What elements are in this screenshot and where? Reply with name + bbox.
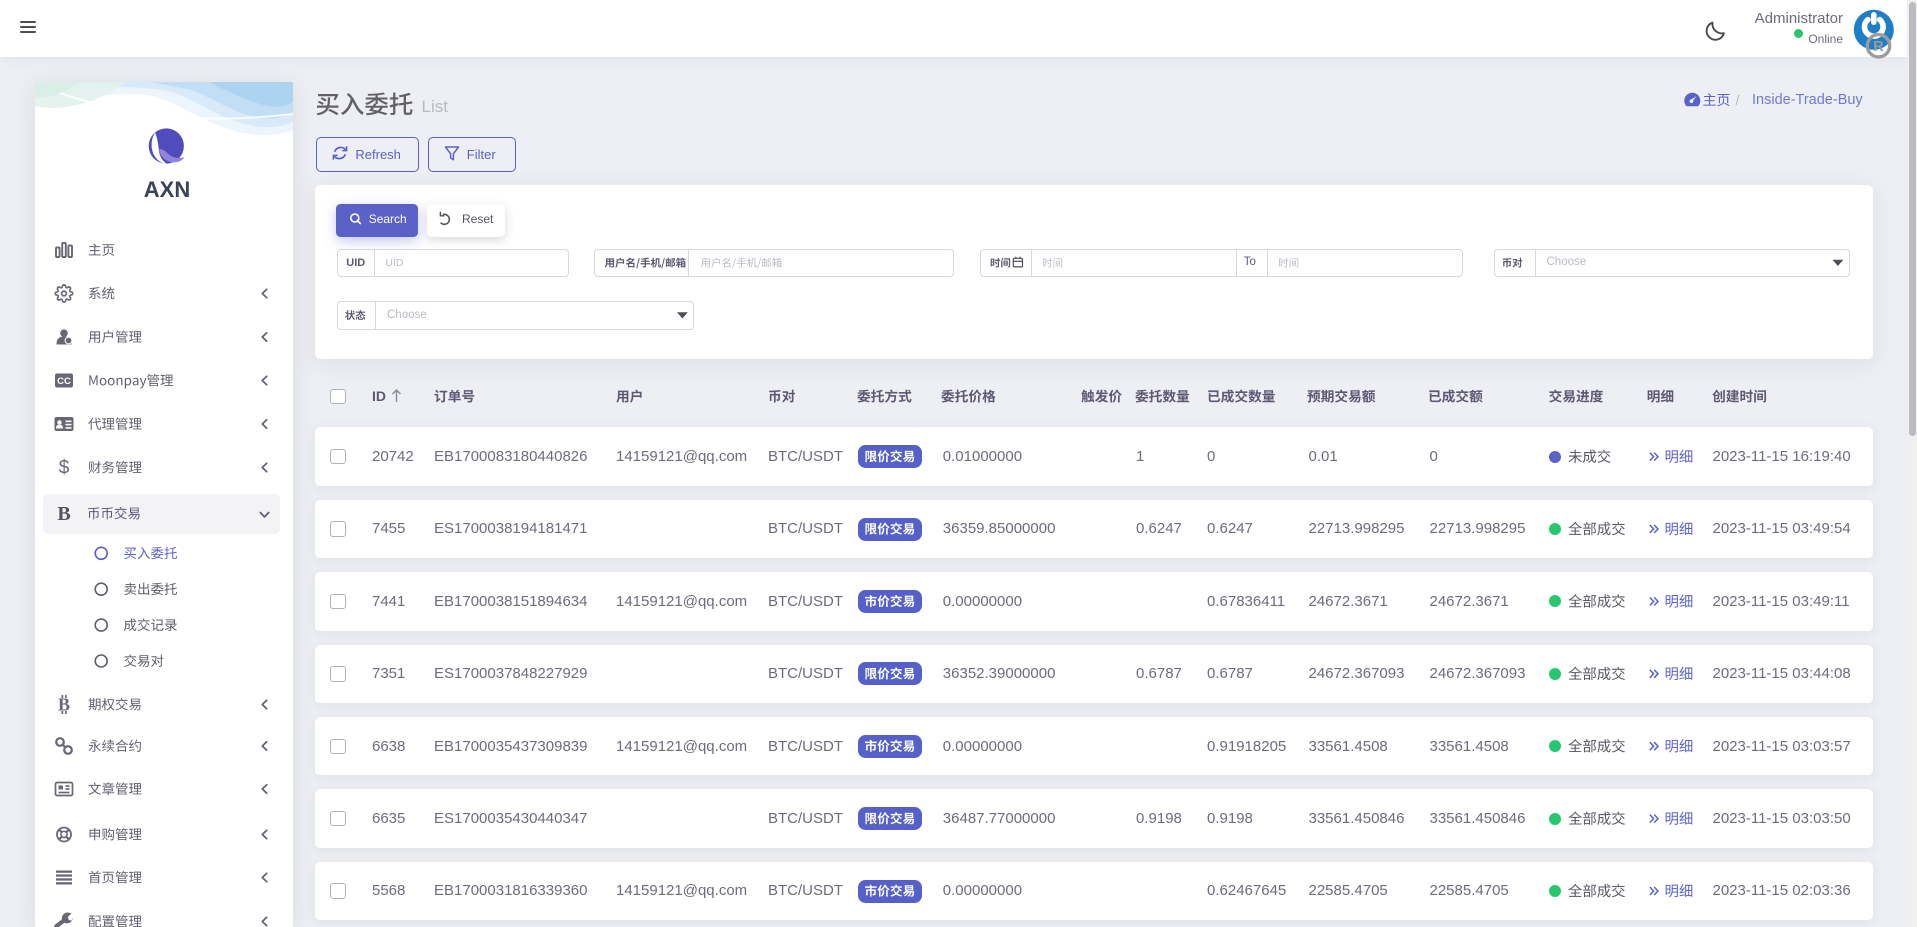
- svg-text:$: $: [59, 458, 70, 479]
- svg-text:CC: CC: [57, 376, 71, 387]
- svg-text:B: B: [57, 503, 70, 525]
- svg-text:B: B: [58, 695, 70, 715]
- svg-text:R: R: [1873, 39, 1884, 55]
